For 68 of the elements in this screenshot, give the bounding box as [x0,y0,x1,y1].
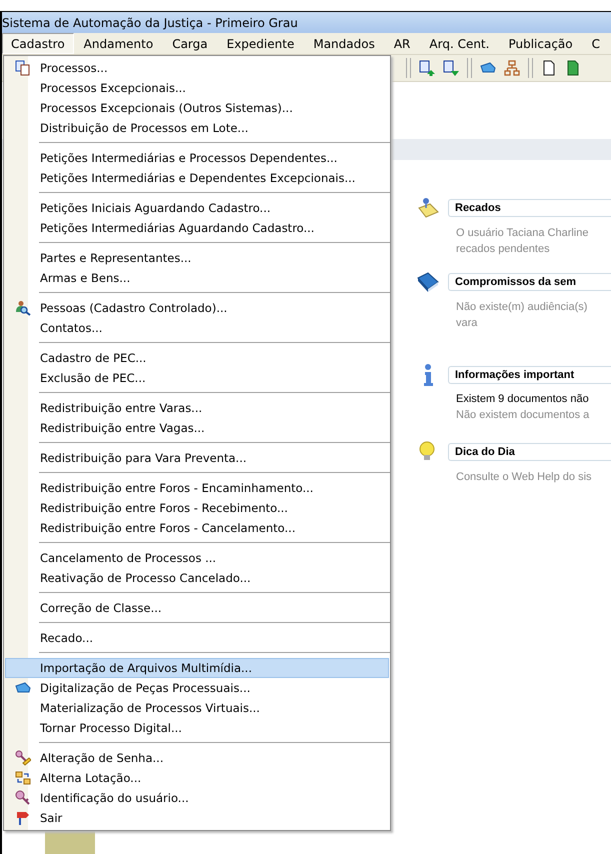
menu-item[interactable]: Identificação do usuário... [5,788,389,808]
menu-bar-item[interactable]: Cadastro [2,33,74,54]
menu-item[interactable]: Reativação de Processo Cancelado... [5,568,389,588]
crest-image-placeholder [45,831,95,854]
org-chart-icon[interactable] [504,60,520,76]
section-text: recados pendentes [455,242,551,256]
document-icon[interactable] [565,60,581,76]
section-text: Não existem documentos a [455,408,590,422]
menu-item[interactable]: Redistribuição entre Foros - Encaminhamento... [5,478,389,498]
menu-item[interactable]: Cadastro de PEC... [5,348,389,368]
menu-item[interactable]: Sair [5,808,389,828]
menu-item[interactable]: Digitalização de Peças Processuais... [5,678,389,698]
menu-item[interactable]: Recado... [5,628,389,648]
menu-item[interactable]: Petições Intermediárias e Dependentes Excepcionais... [5,168,389,188]
window-title: Sistema de Automação da Justiça - Primeiro Grau [2,16,298,30]
document-arrow-icon[interactable] [443,60,459,76]
menu-item[interactable]: Contatos... [5,318,389,338]
menu-item[interactable]: Redistribuição entre Foros - Recebimento... [5,498,389,518]
menu-item[interactable]: Petições Iniciais Aguardando Cadastro... [5,198,389,218]
menu-item[interactable]: Alteração de Senha... [5,748,389,768]
menu-item[interactable]: Correção de Classe... [5,598,389,618]
menu-bar-item[interactable]: Publicação [499,33,582,54]
section-text: Consulte o Web Help do sis [455,470,593,484]
document-icon[interactable] [541,60,557,76]
note-pin-icon [416,196,440,220]
menu-item[interactable]: Alterna Lotação... [5,768,389,788]
menu-item[interactable]: Partes e Representantes... [5,248,389,268]
menu-bar-item[interactable]: Andamento [74,33,162,54]
menu-item[interactable]: Exclusão de PEC... [5,368,389,388]
documents-icon [15,60,31,76]
menu-item[interactable]: Cancelamento de Processos ... [5,548,389,568]
swap-buildings-icon [15,770,31,786]
menu-item[interactable]: Redistribuição entre Vagas... [5,418,389,438]
menu-item[interactable]: Materialização de Processos Virtuais... [5,698,389,718]
key-pencil-icon [15,750,31,766]
section-text: vara [455,316,478,330]
menu-bar-item[interactable]: C [582,33,610,54]
menu-item[interactable]: Processos... [5,58,389,78]
book-icon [416,270,440,294]
section-heading: Dica do Dia [448,443,611,461]
person-search-icon [15,300,31,316]
menu-bar-item[interactable]: Carga [163,33,217,54]
menu-bar-item[interactable]: Arq. Cent. [420,33,498,54]
menu-item[interactable]: Tornar Processo Digital... [5,718,389,738]
section-text: Não existe(m) audiência(s) [455,300,588,314]
section-heading: Informações important [448,366,611,384]
menu-item[interactable]: Processos Excepcionais... [5,78,389,98]
menu-bar-item[interactable]: Expediente [218,33,304,54]
menu-item[interactable]: Processos Excepcionais (Outros Sistemas)... [5,98,389,118]
menu-bar-item[interactable]: Mandados [304,33,384,54]
section-text: O usuário Taciana Charline [455,226,590,240]
document-arrow-icon[interactable] [419,60,435,76]
menu-item[interactable]: Petições Intermediárias e Processos Dependentes... [5,148,389,168]
menu-item[interactable]: Redistribuição entre Varas... [5,398,389,418]
menu-item[interactable]: Pessoas (Cadastro Controlado)... [5,298,389,318]
menu-item[interactable]: Importação de Arquivos Multimídia... [5,658,389,678]
info-icon [424,364,433,386]
menu-bar-item[interactable]: AR [384,33,420,54]
menu-item[interactable]: Distribuição de Processos em Lote... [5,118,389,138]
menu-item[interactable]: Armas e Bens... [5,268,389,288]
menu-item[interactable]: Redistribuição para Vara Preventa... [5,448,389,468]
menu-item[interactable]: Petições Intermediárias Aguardando Cadastro... [5,218,389,238]
key-icon [15,790,31,806]
section-heading: Compromissos da sem [448,273,611,291]
menu-item[interactable]: Redistribuição entre Foros - Cancelamento... [5,518,389,538]
section-heading: Recados [448,199,611,217]
sign-post-icon [15,810,31,826]
section-text: Existem 9 documentos não [455,392,590,406]
